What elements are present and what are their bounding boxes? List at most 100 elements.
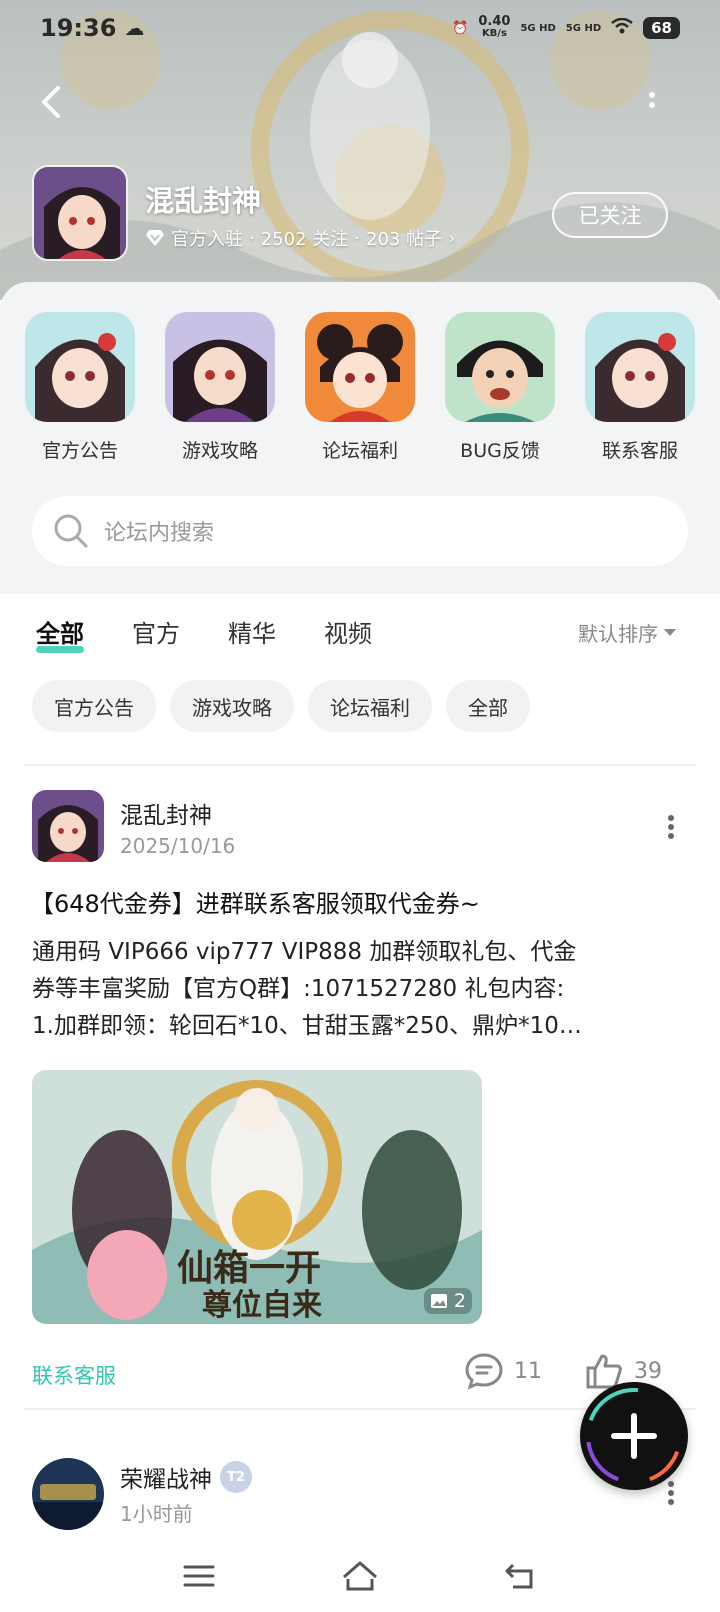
post-image[interactable]: 仙箱一开 尊位自来 2	[32, 1070, 482, 1324]
home-icon[interactable]	[340, 1559, 380, 1593]
dot	[668, 1490, 674, 1496]
dot	[668, 833, 674, 839]
post-date: 2025/10/16	[120, 834, 236, 858]
promo-text-line1: 仙箱一开	[177, 1247, 321, 1289]
promo-text-line2: 尊位自来	[202, 1288, 322, 1323]
chip-welfare[interactable]: 论坛福利	[308, 680, 432, 732]
verified-diamond-icon	[146, 230, 164, 246]
post-title[interactable]: 【648代金券】进群联系客服领取代金券~	[30, 884, 480, 919]
announcement-avatar-icon	[25, 312, 135, 422]
network-speed-unit: KB/s	[481, 28, 507, 39]
chevron-right-icon: ›	[448, 227, 456, 249]
post-body-line: 券等丰富奖励【官方Q群】:1071527280 礼包内容:	[32, 976, 565, 1002]
forum-title: 混乱封神	[145, 184, 262, 218]
create-post-button[interactable]	[580, 1382, 688, 1490]
verified-label: 官方入驻	[171, 229, 243, 250]
more-options-button[interactable]	[646, 88, 658, 116]
forum-avatar[interactable]	[32, 165, 128, 261]
post-time: 1小时前	[120, 1502, 193, 1526]
bug-avatar-icon	[445, 312, 555, 422]
alarm-icon: ⏰	[452, 20, 469, 36]
wifi-icon	[611, 17, 633, 38]
tab-video[interactable]: 视频	[324, 614, 372, 649]
back-nav-icon[interactable]	[503, 1561, 539, 1591]
post-count: 203 帖子	[366, 229, 443, 250]
post-author-name[interactable]: 混乱封神	[120, 796, 212, 830]
post-body[interactable]: 通用码 VIP666 vip777 VIP888 加群领取礼包、代金 券等丰富奖…	[32, 934, 692, 1045]
battery-indicator: 68	[643, 17, 680, 39]
status-bar: 19:36 ☁ ⏰ 0.40 KB/s 5G HD 5G HD 68	[0, 0, 720, 56]
shortcut-label: BUG反馈	[460, 440, 540, 462]
shortcut-welfare[interactable]: 论坛福利	[300, 312, 420, 463]
menu-icon[interactable]	[181, 1561, 217, 1591]
comment-count: 11	[514, 1358, 542, 1384]
forum-panel: 官方公告 游戏攻略 论坛福利 BUG反馈 联系客服 论坛内搜索	[0, 282, 720, 594]
chip-guide[interactable]: 游戏攻略	[170, 680, 294, 732]
forum-meta[interactable]: 官方入驻 · 2502 关注 · 203 帖子 ›	[145, 225, 455, 251]
plus-icon	[586, 1388, 682, 1484]
like-count: 39	[634, 1358, 662, 1384]
chip-all[interactable]: 全部	[446, 680, 530, 732]
meta-separator: ·	[354, 227, 360, 249]
signal-2: 5G HD	[565, 22, 602, 34]
comment-button[interactable]: 11	[464, 1352, 542, 1390]
dot	[668, 815, 674, 821]
game-promo-image: 仙箱一开 尊位自来	[32, 1070, 482, 1324]
meta-separator: ·	[249, 227, 255, 249]
chevron-left-icon	[42, 86, 60, 118]
character-avatar-image	[34, 167, 126, 259]
cloud-icon: ☁	[124, 16, 145, 40]
comment-icon	[465, 1353, 503, 1390]
shortcut-label: 官方公告	[41, 440, 118, 462]
image-count: 2	[453, 1290, 466, 1312]
forum-header: 19:36 ☁ ⏰ 0.40 KB/s 5G HD 5G HD 68 混乱封神 …	[0, 0, 720, 300]
caret-down-icon	[664, 629, 676, 636]
post-tag[interactable]: 联系客服	[32, 1360, 116, 1390]
game-logo-avatar	[32, 1458, 104, 1530]
post-more-button[interactable]	[666, 812, 676, 842]
shortcut-label: 联系客服	[601, 440, 678, 462]
character-avatar-image	[32, 790, 104, 862]
follower-count: 2502 关注	[260, 229, 349, 250]
network-speed: 0.40 KB/s	[478, 14, 511, 40]
shortcut-announcement[interactable]: 官方公告	[20, 312, 140, 463]
back-button[interactable]	[34, 82, 70, 122]
shortcut-guide[interactable]: 游戏攻略	[160, 312, 280, 463]
level-badge-icon: T2	[220, 1461, 252, 1493]
dot	[649, 102, 655, 108]
search-input[interactable]: 论坛内搜索	[32, 496, 688, 566]
shortcut-label: 游戏攻略	[181, 440, 258, 462]
tab-official[interactable]: 官方	[132, 614, 180, 649]
divider	[24, 764, 696, 766]
status-icons: ⏰ 0.40 KB/s 5G HD 5G HD 68	[452, 14, 680, 40]
network-speed-value: 0.40	[478, 14, 511, 29]
dot	[649, 92, 655, 98]
sort-dropdown[interactable]: 默认排序	[578, 618, 676, 647]
post-author-avatar[interactable]	[32, 790, 104, 862]
tab-featured[interactable]: 精华	[228, 614, 276, 649]
image-count-badge: 2	[423, 1288, 472, 1314]
dot	[668, 1499, 674, 1505]
image-icon	[430, 1294, 447, 1308]
service-avatar-icon	[585, 312, 695, 422]
welfare-avatar-icon	[305, 312, 415, 422]
shortcut-service[interactable]: 联系客服	[580, 312, 700, 463]
system-nav-bar	[0, 1540, 720, 1612]
sort-label: 默认排序	[578, 622, 658, 646]
post-tabs: 全部 官方 精华 视频	[36, 614, 372, 653]
shortcut-label: 论坛福利	[321, 440, 398, 462]
tab-all[interactable]: 全部	[36, 614, 84, 653]
shortcut-bug[interactable]: BUG反馈	[440, 312, 560, 463]
filter-chips: 官方公告 游戏攻略 论坛福利 全部	[32, 680, 530, 732]
search-icon	[54, 514, 88, 548]
post-author-avatar[interactable]	[32, 1458, 104, 1530]
search-placeholder: 论坛内搜索	[104, 521, 215, 546]
guide-avatar-icon	[165, 312, 275, 422]
status-time: 19:36	[40, 14, 117, 42]
post-author-line[interactable]: 荣耀战神 T2	[120, 1460, 252, 1494]
chip-announcement[interactable]: 官方公告	[32, 680, 156, 732]
follow-button[interactable]: 已关注	[552, 192, 668, 238]
post-author-name: 荣耀战神	[120, 1467, 212, 1493]
post-body-line: 1.加群即领：轮回石*10、甘甜玉露*250、鼎炉*10…	[32, 1013, 582, 1039]
dot	[668, 824, 674, 830]
